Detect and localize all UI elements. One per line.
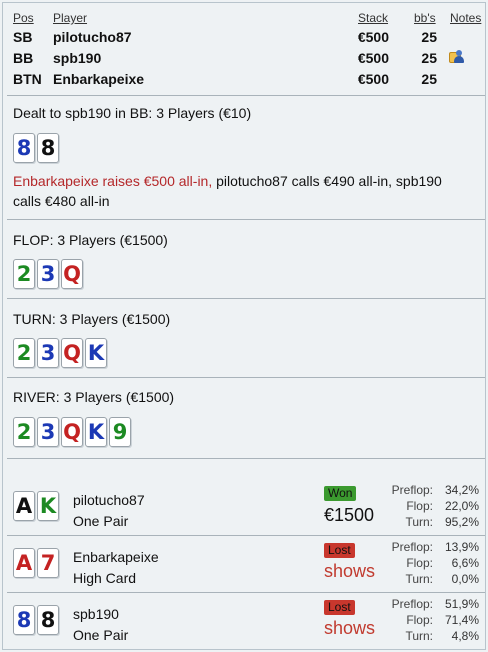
divider bbox=[7, 219, 485, 220]
players-table-header: Pos Player Stack bb's Notes bbox=[11, 9, 485, 26]
preflop-title: Dealt to spb190 in BB: 3 Players (€10) bbox=[13, 105, 252, 121]
turn-cards: 23QK bbox=[13, 338, 107, 368]
playing-card: 8 bbox=[37, 133, 59, 163]
header-player[interactable]: Player bbox=[53, 11, 87, 25]
playing-card: A bbox=[13, 548, 35, 578]
hand-history-panel: Pos Player Stack bb's Notes SB pilotucho… bbox=[2, 2, 486, 650]
divider bbox=[7, 377, 485, 378]
equity-flop: 22,0% bbox=[444, 499, 479, 513]
equity-preflop: 34,2% bbox=[444, 483, 479, 497]
player-pos: BB bbox=[13, 50, 34, 66]
equity-preflop: 51,9% bbox=[444, 597, 479, 611]
player-bbs: 25 bbox=[421, 29, 437, 45]
showdown-player-name: pilotucho87 bbox=[73, 492, 145, 508]
showdown-hand-rank: One Pair bbox=[73, 513, 129, 529]
equity-label: Preflop: bbox=[391, 483, 433, 497]
header-stack[interactable]: Stack bbox=[358, 11, 388, 25]
player-row-sb[interactable]: SB pilotucho87 €500 25 bbox=[11, 26, 485, 47]
playing-card: K bbox=[85, 417, 107, 447]
divider bbox=[7, 95, 485, 96]
divider bbox=[7, 592, 485, 593]
equity-label: Preflop: bbox=[391, 597, 433, 611]
equity-flop: 6,6% bbox=[451, 556, 479, 570]
header-pos[interactable]: Pos bbox=[13, 11, 34, 25]
playing-card: 8 bbox=[13, 605, 35, 635]
player-stack: €500 bbox=[357, 50, 389, 66]
equity-preflop: 13,9% bbox=[444, 540, 479, 554]
showdown-hand-rank: High Card bbox=[73, 570, 137, 586]
player-row-btn[interactable]: BTN Enbarkapeixe €500 25 bbox=[11, 68, 485, 89]
flop-cards: 23Q bbox=[13, 259, 83, 289]
result-badge: Lost bbox=[324, 543, 355, 558]
playing-card: 2 bbox=[13, 338, 35, 368]
players-table: Pos Player Stack bb's Notes SB pilotucho… bbox=[11, 9, 485, 89]
player-row-bb[interactable]: BB spb190 €500 25 bbox=[11, 47, 485, 68]
equity-turn: 4,8% bbox=[451, 629, 479, 643]
flop-title: FLOP: 3 Players (€1500) bbox=[13, 232, 168, 248]
showdown-hand-rank: One Pair bbox=[73, 627, 129, 643]
showdown-player-name: Enbarkapeixe bbox=[73, 549, 159, 565]
turn-title: TURN: 3 Players (€1500) bbox=[13, 311, 171, 327]
playing-card: K bbox=[85, 338, 107, 368]
equity-label: Turn: bbox=[405, 629, 433, 643]
playing-card: 3 bbox=[37, 417, 59, 447]
result-badge: Won bbox=[324, 486, 357, 501]
showdown-cards: AK bbox=[13, 491, 59, 521]
equity-label: Turn: bbox=[405, 572, 433, 586]
player-stack: €500 bbox=[357, 29, 389, 45]
showdown-row[interactable]: AK pilotucho87 One Pair Won €1500 Preflo… bbox=[7, 480, 485, 535]
playing-card: 2 bbox=[13, 259, 35, 289]
equity-turn: 95,2% bbox=[444, 515, 479, 529]
playing-card: 2 bbox=[13, 417, 35, 447]
equity-stats: Preflop: 34,2% Flop: 22,0% Turn: 95,2% bbox=[359, 483, 479, 531]
equity-label: Flop: bbox=[406, 556, 433, 570]
river-title: RIVER: 3 Players (€1500) bbox=[13, 389, 175, 405]
river-cards: 23QK9 bbox=[13, 417, 131, 447]
result-badge: Lost bbox=[324, 600, 355, 615]
player-name: pilotucho87 bbox=[53, 29, 132, 45]
equity-turn: 0,0% bbox=[451, 572, 479, 586]
divider bbox=[7, 298, 485, 299]
showdown-row[interactable]: 88 spb190 One Pair Lost shows Preflop: 51… bbox=[7, 594, 485, 649]
showdown-cards: 88 bbox=[13, 605, 59, 635]
player-name: Enbarkapeixe bbox=[53, 71, 145, 87]
playing-card: K bbox=[37, 491, 59, 521]
showdown-cards: A7 bbox=[13, 548, 59, 578]
playing-card: Q bbox=[61, 417, 83, 447]
playing-card: 8 bbox=[37, 605, 59, 635]
player-name: spb190 bbox=[53, 50, 102, 66]
divider bbox=[7, 458, 485, 459]
showdown-row[interactable]: A7 Enbarkapeixe High Card Lost shows Pre… bbox=[7, 537, 485, 592]
playing-card: 8 bbox=[13, 133, 35, 163]
showdown-player-name: spb190 bbox=[73, 606, 119, 622]
player-bbs: 25 bbox=[421, 50, 437, 66]
preflop-action: Enbarkapeixe raises €500 all-in, pilotuc… bbox=[13, 171, 473, 211]
equity-stats: Preflop: 13,9% Flop: 6,6% Turn: 0,0% bbox=[359, 540, 479, 588]
user-note-icon[interactable] bbox=[448, 49, 464, 68]
equity-label: Preflop: bbox=[391, 540, 433, 554]
equity-flop: 71,4% bbox=[444, 613, 479, 627]
player-pos: BTN bbox=[13, 71, 42, 87]
player-stack: €500 bbox=[357, 71, 389, 87]
player-bbs: 25 bbox=[421, 71, 437, 87]
playing-card: 3 bbox=[37, 338, 59, 368]
equity-label: Flop: bbox=[406, 499, 433, 513]
header-bbs[interactable]: bb's bbox=[414, 11, 436, 25]
playing-card: Q bbox=[61, 259, 83, 289]
playing-card: A bbox=[13, 491, 35, 521]
playing-card: 7 bbox=[37, 548, 59, 578]
playing-card: Q bbox=[61, 338, 83, 368]
playing-card: 9 bbox=[109, 417, 131, 447]
hole-cards: 88 bbox=[13, 133, 59, 163]
equity-label: Turn: bbox=[405, 515, 433, 529]
player-pos: SB bbox=[13, 29, 33, 45]
equity-label: Flop: bbox=[406, 613, 433, 627]
playing-card: 3 bbox=[37, 259, 59, 289]
header-notes[interactable]: Notes bbox=[450, 11, 481, 25]
equity-stats: Preflop: 51,9% Flop: 71,4% Turn: 4,8% bbox=[359, 597, 479, 645]
divider bbox=[7, 535, 485, 536]
raise-action-text: Enbarkapeixe raises €500 all-in, bbox=[13, 173, 213, 189]
